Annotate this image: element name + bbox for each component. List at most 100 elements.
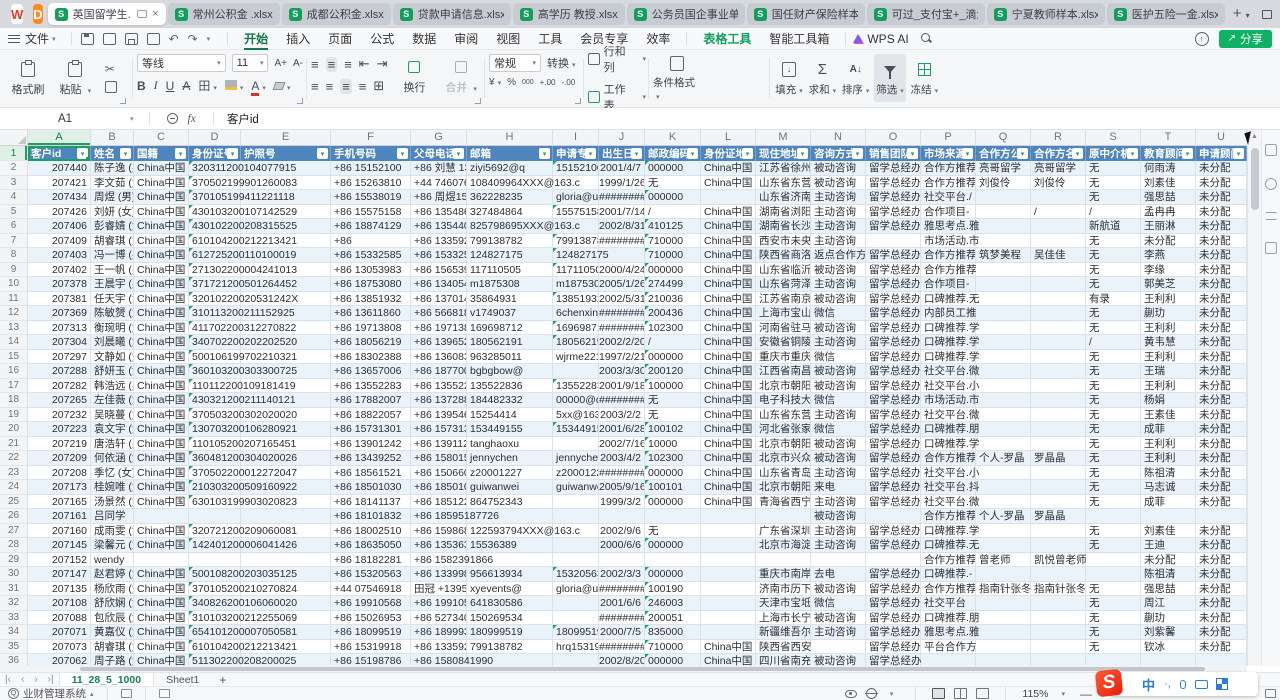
vertical-scroll-thumb[interactable] (1251, 148, 1259, 210)
cell-M36[interactable]: 四川省南充 (756, 654, 811, 666)
sidebar-list-icon[interactable] (1265, 212, 1277, 220)
cell-N12[interactable]: 微信 (811, 306, 866, 321)
cell-Q18[interactable] (976, 393, 1031, 408)
cell-M4[interactable]: 山东省济南 (756, 190, 811, 205)
eye-protect-icon[interactable] (845, 690, 857, 698)
cell-P34[interactable]: 雅思考点.雅 (921, 625, 976, 640)
cell-A23[interactable]: 207208 (28, 466, 91, 481)
filter-dropdown-icon[interactable]: ▾ (1017, 148, 1028, 159)
cell-B26[interactable]: 吕同学 (91, 509, 134, 524)
document-tab[interactable]: S公务员国企事业单位 (627, 3, 745, 25)
cell-K7[interactable]: 710000 (645, 234, 701, 249)
cell-I26[interactable] (553, 509, 599, 524)
cell-M34[interactable]: 新疆维吾尔 (756, 625, 811, 640)
cell-R17[interactable] (1031, 379, 1086, 394)
cell-Q25[interactable] (976, 495, 1031, 510)
cell-B11[interactable]: 任天宇 (女 (91, 292, 134, 307)
cell-K22[interactable]: 102300 (645, 451, 701, 466)
cell-J15[interactable]: 1997/2/21 (599, 350, 645, 365)
cell-A29[interactable]: 207152 (28, 553, 91, 568)
cell-A22[interactable]: 207209 (28, 451, 91, 466)
cell-T28[interactable]: 王迪 (1141, 538, 1196, 553)
rows-columns-button[interactable]: 行和列▾ (588, 43, 646, 75)
cell-O13[interactable]: 留学总经办 (866, 321, 921, 336)
cell-E29[interactable] (241, 553, 331, 568)
cell-K25[interactable]: 000000 (645, 495, 701, 510)
cell-R6[interactable] (1031, 219, 1086, 234)
cell-A16[interactable]: 207288 (28, 364, 91, 379)
cell-C28[interactable]: China中国 (134, 538, 189, 553)
cell-F8[interactable]: +86 15332585 (331, 248, 411, 263)
cell-J27[interactable]: 2002/9/6 (599, 524, 645, 539)
cell-N33[interactable]: 被动咨询 (811, 611, 866, 626)
cell-S28[interactable]: 无 (1086, 538, 1141, 553)
cell-O26[interactable] (866, 509, 921, 524)
cell-K3[interactable]: 无 (645, 176, 701, 191)
cell-G14[interactable]: +86 1396522100 (411, 335, 467, 350)
cell-Q5[interactable] (976, 205, 1031, 220)
filter-dropdown-icon[interactable]: ▾ (1127, 148, 1138, 159)
cell-D31[interactable]: 370105200210270824 (189, 582, 241, 597)
cell-J6[interactable]: 2002/8/31 (599, 219, 645, 234)
cell-H9[interactable]: 117110505 (467, 263, 553, 278)
cell-L2[interactable]: China中国 (701, 161, 756, 176)
document-tab[interactable]: S国任财产保险样本.x (747, 3, 865, 25)
sidebar-clip-icon[interactable] (1265, 242, 1277, 254)
cell-Q10[interactable] (976, 277, 1031, 292)
cell-A9[interactable]: 207402 (28, 263, 91, 278)
cell-R34[interactable] (1031, 625, 1086, 640)
cell-K36[interactable]: 000000 (645, 654, 701, 666)
cell-T23[interactable]: 陈祖清 (1141, 466, 1196, 481)
cell-P25[interactable]: 社交平台.微 (921, 495, 976, 510)
cell-M12[interactable]: 上海市宝山 (756, 306, 811, 321)
cell-T30[interactable]: 陈祖清 (1141, 567, 1196, 582)
cell-F15[interactable]: +86 18302388 (331, 350, 411, 365)
cell-T9[interactable]: 李缘 (1141, 263, 1196, 278)
cell-K13[interactable]: 102300 (645, 321, 701, 336)
cell-P21[interactable]: 口碑推荐.学 (921, 437, 976, 452)
first-sheet-icon[interactable]: |‹ (0, 674, 16, 685)
column-header-A[interactable]: A (28, 130, 91, 146)
tab-smart-toolbox[interactable]: 智能工具箱 (760, 28, 838, 50)
cell-G30[interactable]: +86 1339985047 (411, 567, 467, 582)
cell-L8[interactable]: China中国 (701, 248, 756, 263)
cell-R11[interactable] (1031, 292, 1086, 307)
cell-U15[interactable]: 未分配 (1196, 350, 1247, 365)
cell-N4[interactable]: 主动咨询 (811, 190, 866, 205)
cell-O17[interactable]: 留学总经办 (866, 379, 921, 394)
cell-A15[interactable]: 207297 (28, 350, 91, 365)
cell-L23[interactable]: China中国 (701, 466, 756, 481)
cell-C26[interactable] (134, 509, 189, 524)
cell-F12[interactable]: +86 13611860 (331, 306, 411, 321)
cell-D17[interactable]: 110112200109181419 (189, 379, 241, 394)
cell-Q26[interactable]: 个人-罗晶 (976, 509, 1031, 524)
next-sheet-icon[interactable]: › (29, 674, 42, 685)
cell-N19[interactable]: 主动咨询 (811, 408, 866, 423)
quick-access-caret-icon[interactable]: ▾ (207, 35, 211, 43)
cell-G20[interactable]: +86 1573130169 (411, 422, 467, 437)
cell-J23[interactable]: ######## (599, 466, 645, 481)
cell-R2[interactable]: 亮哥留学 (1031, 161, 1086, 176)
cell-O2[interactable]: 留学总经办 (866, 161, 921, 176)
cell-H20[interactable]: 153449155 (467, 422, 553, 437)
cell-L18[interactable]: China中国 (701, 393, 756, 408)
cell-Q32[interactable] (976, 596, 1031, 611)
cell-C2[interactable]: China中国 (134, 161, 189, 176)
cell-L20[interactable]: China中国 (701, 422, 756, 437)
cell-P20[interactable]: 口碑推荐.朋 (921, 422, 976, 437)
cell-T19[interactable]: 王素佳 (1141, 408, 1196, 423)
cell-A6[interactable]: 207406 (28, 219, 91, 234)
strikethrough-button[interactable]: A (182, 79, 190, 93)
cell-M35[interactable]: 陕西省西安 (756, 640, 811, 655)
cell-G24[interactable]: +86 1850103098 (411, 480, 467, 495)
row-header-11[interactable]: 11 (0, 292, 28, 307)
system-plugin-icon[interactable]: Q (8, 688, 19, 699)
cell-Q27[interactable] (976, 524, 1031, 539)
cell-H21[interactable]: tanghaoxu (467, 437, 553, 452)
cell-B22[interactable]: 何依涵 (女 (91, 451, 134, 466)
cell-S31[interactable]: 无 (1086, 582, 1141, 597)
cell-U12[interactable]: 未分配 (1196, 306, 1247, 321)
row-header-33[interactable]: 33 (0, 611, 28, 626)
cell-F25[interactable]: +86 18141137 (331, 495, 411, 510)
cell-E26[interactable] (241, 509, 331, 524)
